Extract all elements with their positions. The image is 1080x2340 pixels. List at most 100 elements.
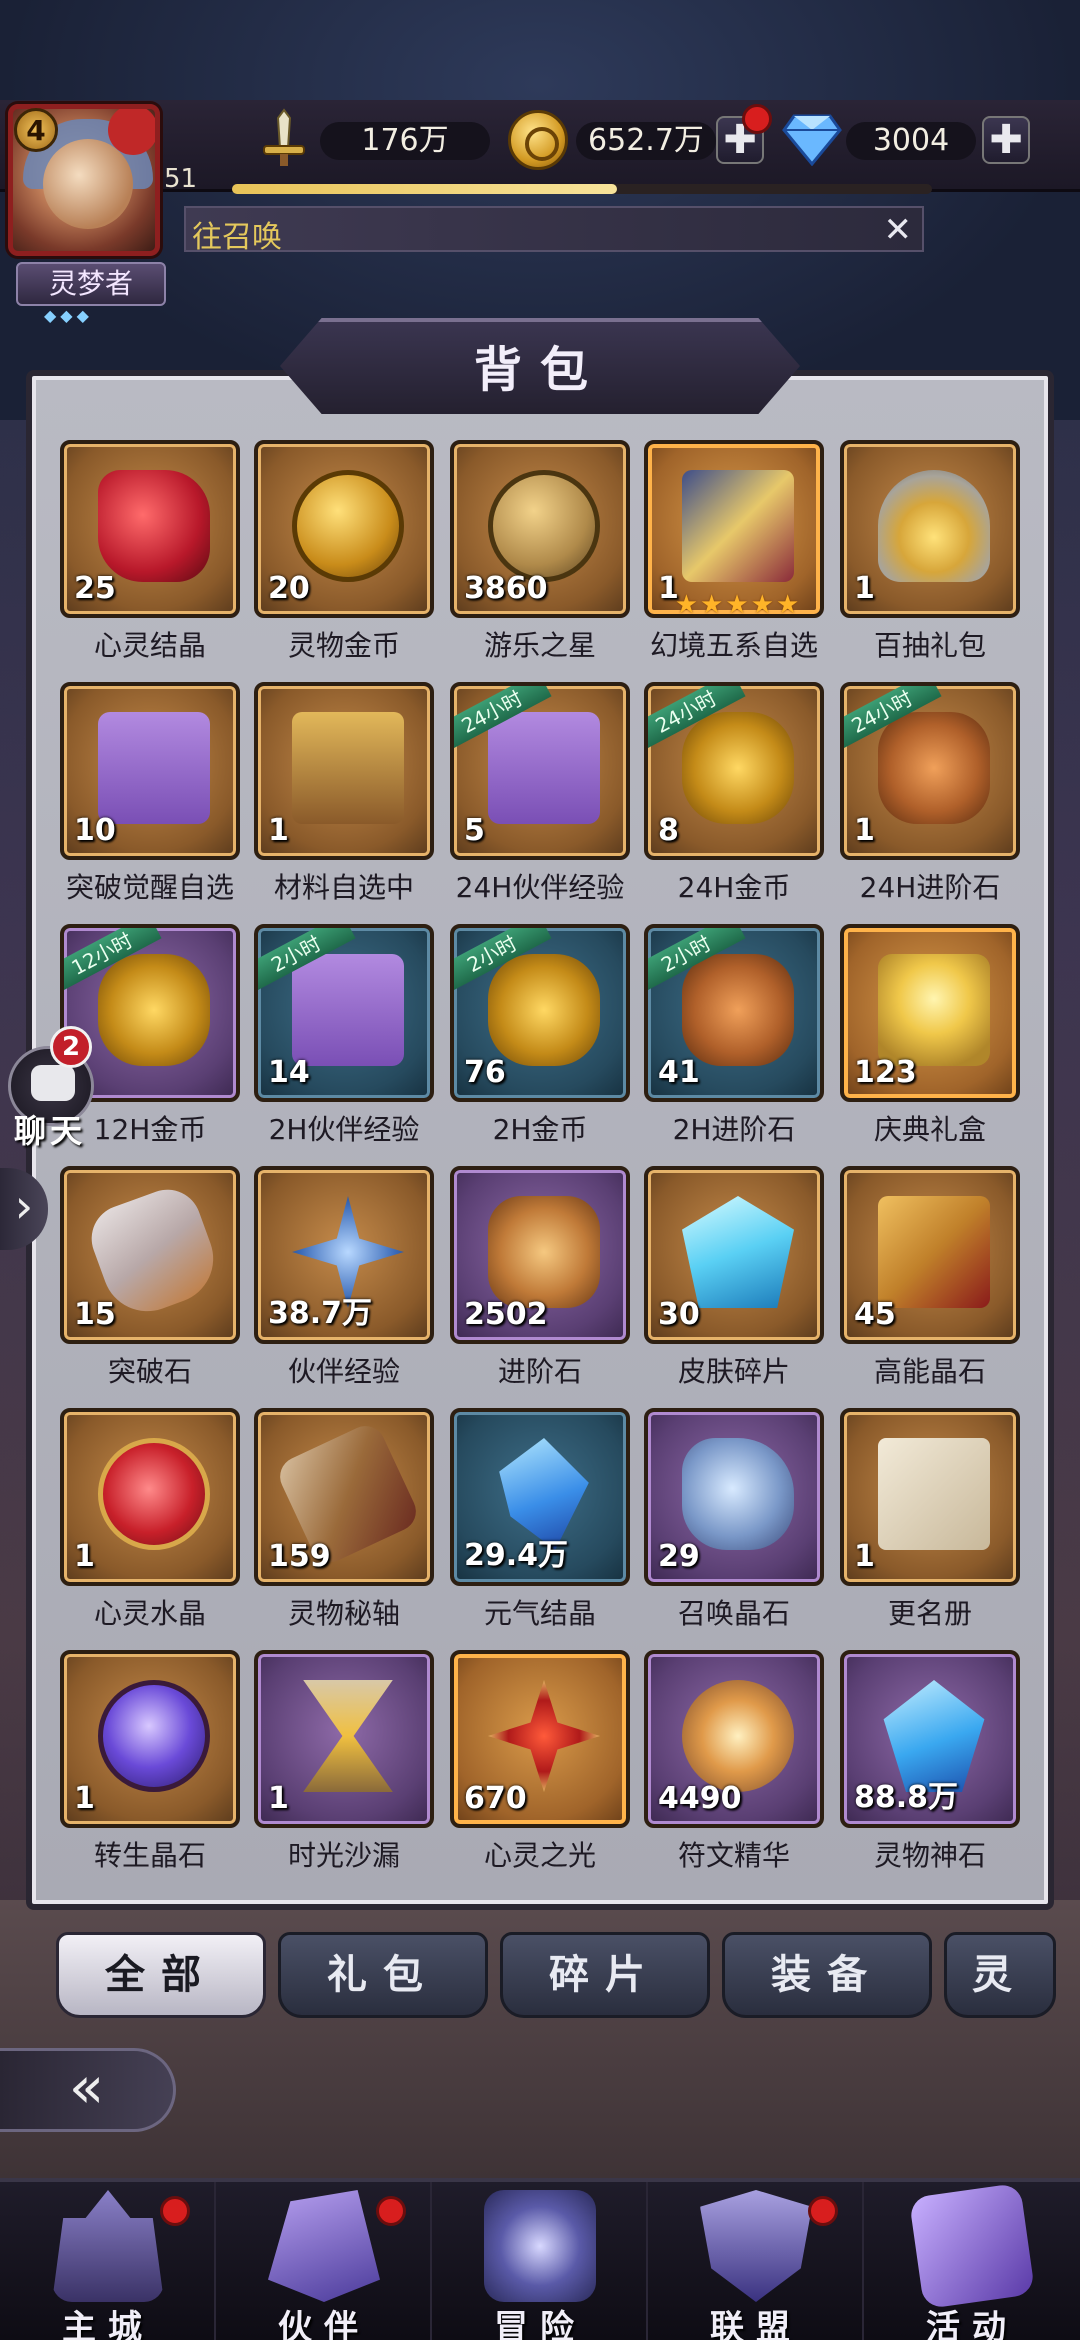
item-tile[interactable]: 88.8万 — [840, 1650, 1020, 1828]
item-tile[interactable]: 1 — [60, 1408, 240, 1586]
wizard-hat-icon — [268, 2190, 380, 2302]
item-tile[interactable]: 45 — [840, 1166, 1020, 1344]
item-tile[interactable]: 15 — [60, 1166, 240, 1344]
nav-label: 活动 — [926, 2308, 1018, 2340]
item-tile[interactable]: 29.4万 — [450, 1408, 630, 1586]
inventory-item[interactable]: 1 材料自选中 — [254, 682, 434, 910]
inventory-item[interactable]: 10 突破觉醒自选 — [60, 682, 240, 910]
inventory-item[interactable]: 29 召唤晶石 — [644, 1408, 824, 1636]
inventory-item[interactable]: 20 灵物金币 — [254, 440, 434, 668]
chat-bubble-icon — [31, 1065, 75, 1101]
avatar-level-badge: 4 — [14, 108, 58, 152]
inventory-item[interactable]: 45 高能晶石 — [840, 1166, 1020, 1394]
notice-text: 往召唤 — [192, 220, 282, 255]
inventory-item[interactable]: 25 心灵结晶 — [60, 440, 240, 668]
tab-fragment[interactable]: 碎片 — [500, 1932, 710, 2018]
nav-partners[interactable]: 伙伴 — [216, 2182, 432, 2340]
item-tile[interactable]: 1 — [254, 682, 434, 860]
item-tile[interactable]: 1 — [840, 1408, 1020, 1586]
item-tile[interactable]: 123 — [840, 924, 1020, 1102]
item-tile[interactable]: 38.7万 — [254, 1166, 434, 1344]
inventory-item[interactable]: 123 庆典礼盒 — [840, 924, 1020, 1152]
item-tile[interactable]: 20 — [254, 440, 434, 618]
tab-spirit[interactable]: 灵 — [944, 1932, 1056, 2018]
inventory-item[interactable]: 1 百抽礼包 — [840, 440, 1020, 668]
inventory-item[interactable]: 38.7万 伙伴经验 — [254, 1166, 434, 1394]
inventory-item[interactable]: 88.8万 灵物神石 — [840, 1650, 1020, 1878]
item-icon — [292, 470, 404, 582]
item-name: 24H金币 — [677, 871, 791, 904]
item-tile[interactable]: 24小时 1 — [840, 682, 1020, 860]
item-tile[interactable]: 1 — [840, 440, 1020, 618]
inventory-item[interactable]: 15 突破石 — [60, 1166, 240, 1394]
inventory-item[interactable]: 1 更名册 — [840, 1408, 1020, 1636]
item-name: 游乐之星 — [483, 629, 596, 662]
tab-equipment[interactable]: 装备 — [722, 1932, 932, 2018]
item-tile[interactable]: 2小时 14 — [254, 924, 434, 1102]
inventory-item[interactable]: 2小时 76 2H金币 — [450, 924, 630, 1152]
inventory-item[interactable]: 24小时 8 24H金币 — [644, 682, 824, 910]
item-tile[interactable]: ★★★★★ 1 — [644, 440, 824, 618]
item-name: 心灵之光 — [483, 1839, 596, 1872]
inventory-item[interactable]: ★★★★★ 1 幻境五系自选 — [644, 440, 824, 668]
item-tile[interactable]: 670 — [450, 1650, 630, 1828]
inventory-item[interactable]: 24小时 1 24H进阶石 — [840, 682, 1020, 910]
chat-label[interactable]: 聊天 — [14, 1106, 86, 1152]
notice-banner[interactable]: 往召唤 ✕ — [184, 206, 924, 255]
close-icon[interactable]: ✕ — [884, 212, 913, 248]
item-count: 159 — [268, 1539, 331, 1574]
nav-main-city[interactable]: 主城 — [0, 2182, 216, 2340]
inventory-item[interactable]: 1 时光沙漏 — [254, 1650, 434, 1878]
item-name: 符文精华 — [677, 1839, 790, 1872]
item-icon — [878, 954, 990, 1066]
inventory-item[interactable]: 30 皮肤碎片 — [644, 1166, 824, 1394]
inventory-item[interactable]: 24小时 5 24H伙伴经验 — [450, 682, 630, 910]
item-count: 14 — [268, 1055, 310, 1090]
avatar-cap — [108, 109, 155, 155]
item-name: 进阶石 — [497, 1355, 582, 1388]
inventory-item[interactable]: 4490 符文精华 — [644, 1650, 824, 1878]
item-tile[interactable]: 1 — [254, 1650, 434, 1828]
nav-alliance[interactable]: 联盟 — [648, 2182, 864, 2340]
item-tile[interactable]: 3860 — [450, 440, 630, 618]
item-tile[interactable]: 29 — [644, 1408, 824, 1586]
inventory-item[interactable]: 29.4万 元气结晶 — [450, 1408, 630, 1636]
item-name: 24H进阶石 — [859, 871, 1001, 904]
inventory-item[interactable]: 670 心灵之光 — [450, 1650, 630, 1878]
nav-adventure[interactable]: 冒险 — [432, 2182, 648, 2340]
item-name: 百抽礼包 — [873, 629, 986, 662]
item-count: 88.8万 — [854, 1780, 959, 1815]
item-tile[interactable]: 159 — [254, 1408, 434, 1586]
inventory-item[interactable]: 1 转生晶石 — [60, 1650, 240, 1878]
item-icon — [682, 1680, 794, 1792]
item-name: 灵物金币 — [287, 629, 400, 662]
item-count: 25 — [74, 571, 116, 606]
item-tile[interactable]: 10 — [60, 682, 240, 860]
item-tile[interactable]: 25 — [60, 440, 240, 618]
inventory-item[interactable]: 159 灵物秘轴 — [254, 1408, 434, 1636]
inventory-item[interactable]: 3860 游乐之星 — [450, 440, 630, 668]
item-tile[interactable]: 1 — [60, 1650, 240, 1828]
inventory-item[interactable]: 2小时 14 2H伙伴经验 — [254, 924, 434, 1152]
item-tile[interactable]: 4490 — [644, 1650, 824, 1828]
item-tile[interactable]: 24小时 8 — [644, 682, 824, 860]
item-tile[interactable]: 30 — [644, 1166, 824, 1344]
tab-gift[interactable]: 礼包 — [278, 1932, 488, 2018]
nav-events[interactable]: 活动 — [864, 2182, 1080, 2340]
item-tile[interactable]: 24小时 5 — [450, 682, 630, 860]
power-value: 176万 — [361, 123, 449, 158]
item-tile[interactable]: 2小时 41 — [644, 924, 824, 1102]
back-button[interactable]: « — [0, 2048, 176, 2132]
item-tile[interactable]: 2小时 76 — [450, 924, 630, 1102]
inventory-item[interactable]: 2小时 41 2H进阶石 — [644, 924, 824, 1152]
inventory-item[interactable]: 1 心灵水晶 — [60, 1408, 240, 1636]
category-tabs: 全部 礼包 碎片 装备 灵 — [56, 1932, 1056, 2024]
item-icon — [488, 1196, 600, 1308]
item-tile[interactable]: 2502 — [450, 1166, 630, 1344]
item-icon — [682, 470, 794, 582]
item-name: 2H进阶石 — [672, 1113, 796, 1146]
add-diamond-button[interactable]: ✚ — [982, 116, 1030, 164]
inventory-item[interactable]: 2502 进阶石 — [450, 1166, 630, 1394]
exp-bar — [232, 184, 932, 194]
tab-all[interactable]: 全部 — [56, 1932, 266, 2018]
